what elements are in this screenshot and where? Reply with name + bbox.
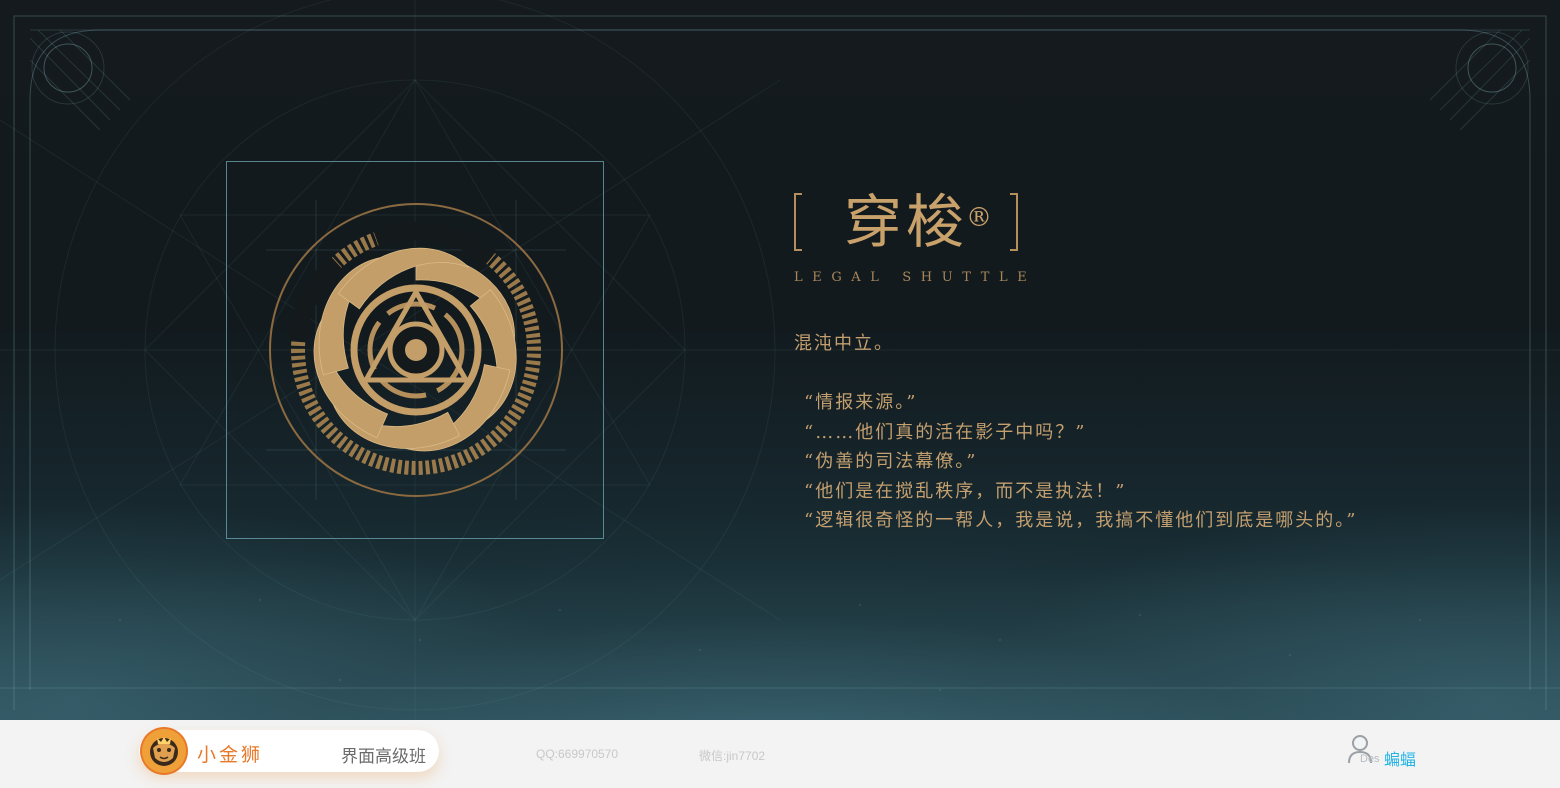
lore-text: 混沌中立。 “情报来源。” “……他们真的活在影子中吗？” “伪善的司法幕僚。”… [794,330,1357,536]
quote-line: “逻辑很奇怪的一帮人，我是说，我搞不懂他们到底是哪头的。” [804,510,1358,531]
brand-pill[interactable]: 小金狮 界面高级班 [139,727,439,775]
brand-name: 小金狮 [197,745,264,766]
shuttle-vortex-emblem-icon [266,200,566,500]
hero-panel: 穿梭® LEGAL SHUTTLE 混沌中立。 “情报来源。” “……他们真的活… [0,0,1560,720]
qq-contact: QQ:669970570 [536,747,619,761]
quote-line: “他们是在搅乱秩序，而不是执法！” [804,480,1127,502]
title-bracket-right [1010,193,1019,251]
page-subtitle: LEGAL SHUTTLE [794,270,1037,285]
title-bracket-left [794,193,802,251]
lion-logo-icon [140,727,188,775]
designer-label: Des [1360,753,1380,765]
course-label: 界面高级班 [341,747,426,766]
page-title: 穿梭® [844,188,997,256]
author-name: 蝙蝠 [1384,752,1417,769]
quote-line: “情报来源。” [804,392,918,413]
lore-intro: 混沌中立。 [794,333,894,354]
quote-line: “伪善的司法幕僚。” [804,451,978,472]
registered-mark: ® [966,203,997,233]
hero-title-block: 穿梭® LEGAL SHUTTLE [794,186,1036,285]
wechat-contact: 微信:jin7702 [699,749,766,763]
quote-list: “情报来源。” “……他们真的活在影子中吗？” “伪善的司法幕僚。” “他们是在… [794,388,1357,536]
quote-line: “……他们真的活在影子中吗？” [804,421,1087,443]
footer-bar: 小金狮 界面高级班 QQ:669970570 微信:jin7702 Des 蝙蝠 [0,720,1560,788]
